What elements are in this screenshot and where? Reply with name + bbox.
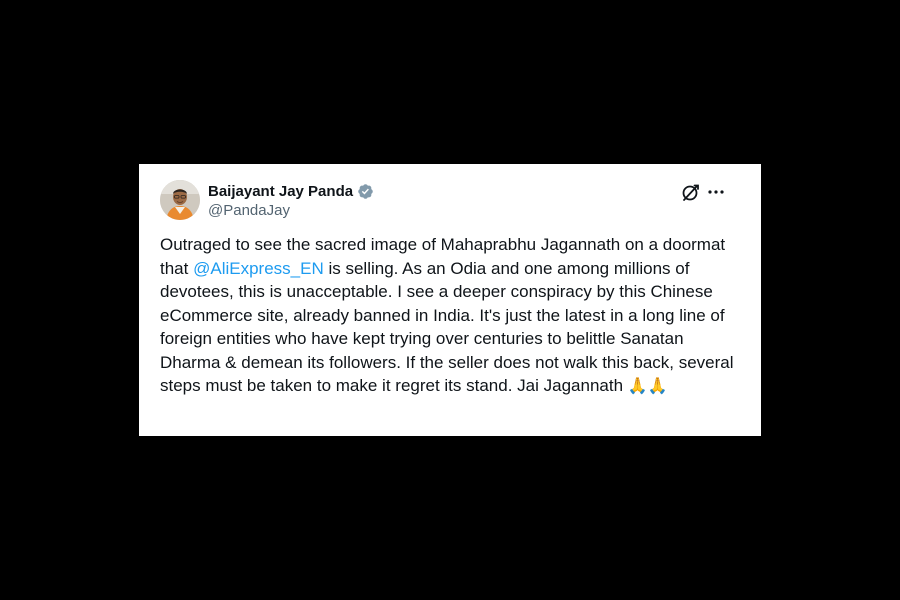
tweet-text-part-2: is selling. As an Odia and one among mil… (160, 258, 734, 396)
mention-link[interactable]: @AliExpress_EN (193, 259, 324, 278)
tweet-card[interactable]: Baijayant Jay Panda @PandaJay Outraged t… (139, 164, 761, 436)
avatar[interactable] (160, 180, 200, 220)
grok-icon[interactable] (680, 181, 702, 203)
verified-badge-icon (358, 183, 373, 199)
tweet-text: Outraged to see the sacred image of Maha… (160, 233, 740, 399)
author-handle[interactable]: @PandaJay (208, 202, 290, 219)
folded-hands-emoji: 🙏🙏 (627, 378, 668, 395)
author-name-row[interactable]: Baijayant Jay Panda (208, 181, 374, 201)
more-horizontal-icon[interactable] (705, 181, 727, 203)
author-name[interactable]: Baijayant Jay Panda (208, 183, 353, 200)
avatar-image (160, 180, 200, 220)
